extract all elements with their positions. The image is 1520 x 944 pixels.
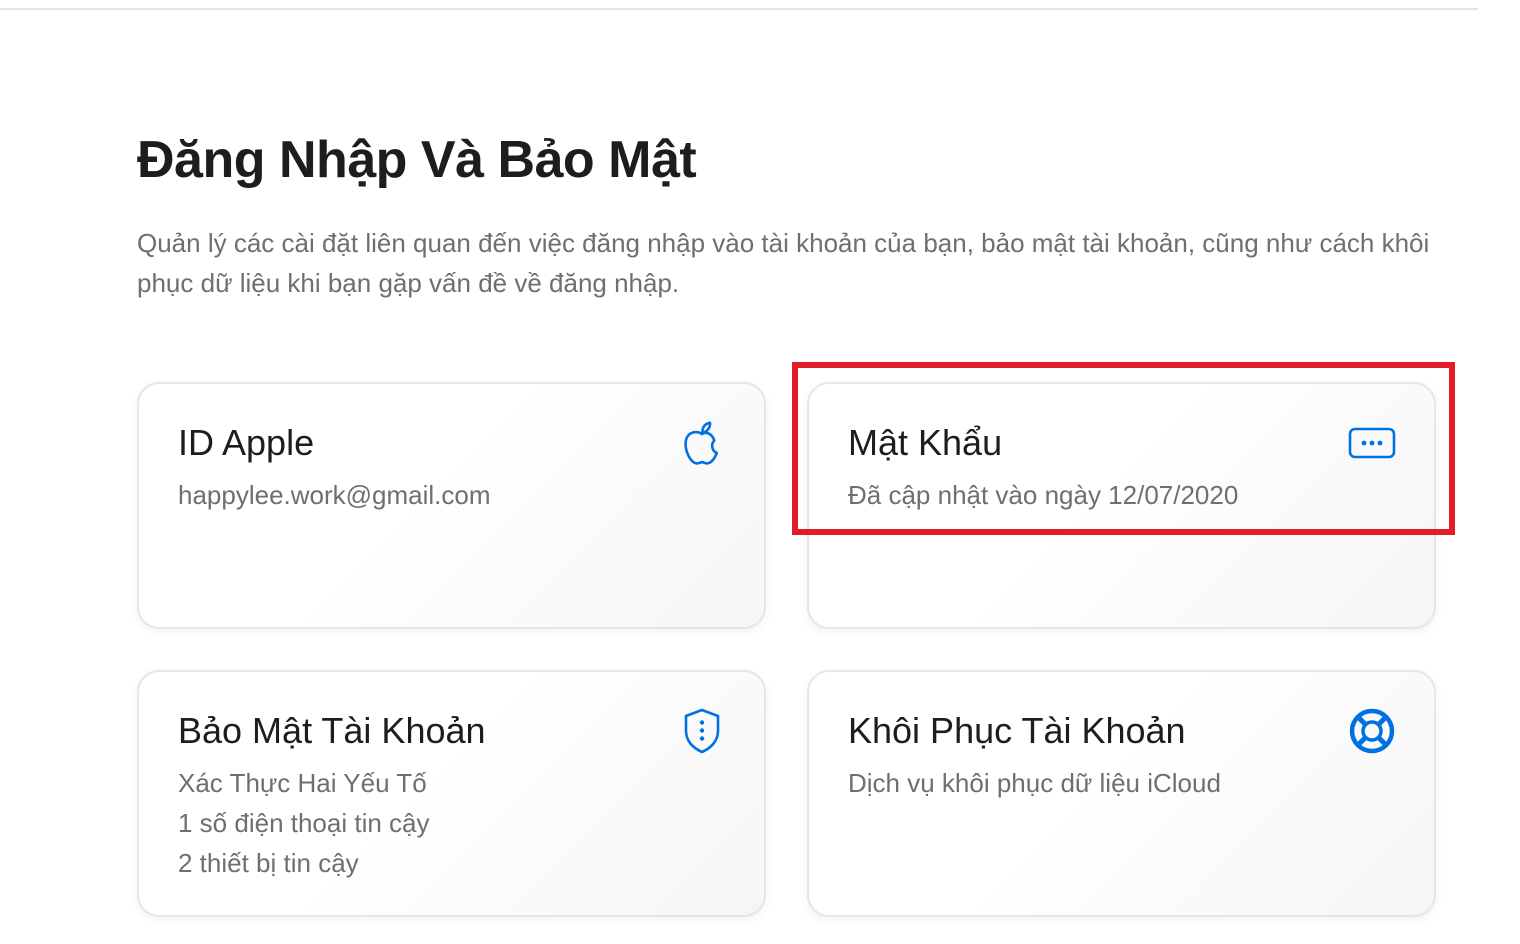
- two-factor-status: Xác Thực Hai Yếu Tố: [178, 768, 427, 798]
- apple-logo-icon: [678, 418, 726, 468]
- apple-id-email: happylee.work@gmail.com: [178, 480, 491, 510]
- card-details: happylee.work@gmail.com: [178, 475, 698, 515]
- card-title: ID Apple: [178, 422, 315, 463]
- card-details: Đã cập nhật vào ngày 12/07/2020: [848, 475, 1368, 515]
- card-details: Dịch vụ khôi phục dữ liệu iCloud: [848, 763, 1368, 803]
- apple-id-card[interactable]: ID Apple happylee.work@gmail.com: [137, 382, 766, 629]
- top-divider: [0, 8, 1478, 10]
- recovery-service: Dịch vụ khôi phục dữ liệu iCloud: [848, 768, 1221, 798]
- page-description: Quản lý các cài đặt liên quan đến việc đ…: [137, 228, 1430, 298]
- page-title: Đăng Nhập Và Bảo Mật: [137, 131, 697, 189]
- account-recovery-card[interactable]: Khôi Phục Tài Khoản Dịch vụ khôi phục dữ…: [807, 670, 1436, 917]
- account-security-card[interactable]: Bảo Mật Tài Khoản Xác Thực Hai Yếu Tố 1 …: [137, 670, 766, 917]
- card-title: Khôi Phục Tài Khoản: [848, 710, 1186, 751]
- trusted-device-count: 2 thiết bị tin cậy: [178, 848, 359, 878]
- password-card[interactable]: Mật Khẩu Đã cập nhật vào ngày 12/07/2020: [807, 382, 1436, 629]
- password-dots-icon: [1348, 418, 1396, 468]
- card-title: Bảo Mật Tài Khoản: [178, 710, 486, 751]
- card-details: Xác Thực Hai Yếu Tố 1 số điện thoại tin …: [178, 763, 698, 883]
- lifebuoy-icon: [1348, 706, 1396, 756]
- trusted-phone-count: 1 số điện thoại tin cậy: [178, 808, 430, 838]
- card-title: Mật Khẩu: [848, 422, 1003, 463]
- shield-icon: [678, 706, 726, 756]
- password-updated-date: Đã cập nhật vào ngày 12/07/2020: [848, 480, 1239, 510]
